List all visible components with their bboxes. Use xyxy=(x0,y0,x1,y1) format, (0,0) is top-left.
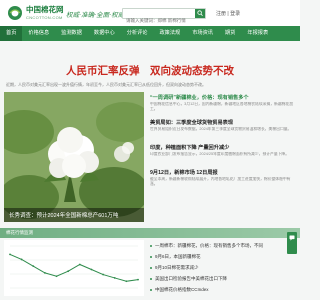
chart-point[interactable] xyxy=(9,253,11,256)
nav-item-futures[interactable]: 期货 xyxy=(219,26,241,41)
bullet-item[interactable]: 中国棉花价格指数CCIndex xyxy=(150,284,296,295)
news-desc: 世界贸易组织近日发布数据，2024年第三季度全球货物贸易温和增长，美棉出口量。 xyxy=(150,127,292,131)
chart-point[interactable] xyxy=(125,280,128,283)
news-item[interactable]: 美贸局如：三季度全球货物贸易表现 世界贸易组织近日发布数据，2024年第三季度全… xyxy=(150,119,296,144)
news-desc: 印度农业部门发布报告显示，2024/25年度印度植棉面积有所减少，预计产量下降。 xyxy=(150,152,290,156)
chart-point[interactable] xyxy=(90,268,93,271)
news-title[interactable]: 美贸局如：三季度全球货物贸易表现 xyxy=(150,119,233,126)
cotton-image xyxy=(4,92,144,222)
search-box xyxy=(122,8,206,25)
news-title[interactable]: “一周调研”新疆棉业，价格：现有销售多个 xyxy=(150,94,249,101)
section-label[interactable]: 棉花行情监测 xyxy=(6,230,33,236)
chart-point[interactable] xyxy=(78,263,81,266)
chart-point[interactable] xyxy=(44,271,46,274)
news-desc: 中国棉花信息中心，3月12日，国内新疆棉，新疆地区各地棉农陆续采摘，新疆棉花加工… xyxy=(150,102,294,111)
nav-item-policy[interactable]: 政策法规 xyxy=(153,26,186,41)
price-chart-svg xyxy=(9,245,139,289)
bullet-item[interactable]: 9月6日，本国新疆棉花 xyxy=(150,251,296,262)
nav-item-home[interactable]: 首页 xyxy=(0,26,23,41)
bullet-item[interactable]: 一周棉市：新疆棉花，价格：现有销售多个市场，不同 xyxy=(150,240,296,251)
headline[interactable]: 人民币汇率反弹 双向波动态势不改 xyxy=(0,63,300,78)
nav-item-reports-annual[interactable]: 年报报表 xyxy=(241,26,274,41)
logo-icon[interactable] xyxy=(6,5,24,21)
chart-point[interactable] xyxy=(67,270,70,273)
chart-point[interactable] xyxy=(102,273,104,276)
main-nav: 首页 价格信息 监测数据 数据中心 分析评论 政策法规 市场资讯 期货 年报报表 xyxy=(0,26,300,41)
search-icon xyxy=(197,10,203,17)
news-title[interactable]: 9月12日，新棉市场 12日周报 xyxy=(150,169,218,176)
nav-item-data-center[interactable]: 数据中心 xyxy=(88,26,121,41)
floating-toolbar[interactable] xyxy=(287,232,297,254)
nav-item-monitoring[interactable]: 监测数据 xyxy=(55,26,88,41)
section-strip: 棉花行情监测 xyxy=(0,228,300,238)
chart-series-line xyxy=(9,253,139,282)
news-item[interactable]: 9月12日，新棉市场 12日周报 截至本周，新疆新棉收购陆续展开，内地各地轧花厂… xyxy=(150,169,296,194)
news-title[interactable]: 印度，种植面积下降 产量回升减少 xyxy=(150,144,229,151)
page: 中国棉花网 CNCOTTON.COM 权威·准确·全面·权威 注册 | 登录 首… xyxy=(0,0,300,300)
headline-summary: 近期，人民币对美元汇率出现一波升值行情，年初至今，人民币对美元汇率已从低位回升，… xyxy=(6,82,206,87)
logo-title[interactable]: 中国棉花网 xyxy=(26,6,64,14)
price-chart xyxy=(4,240,144,296)
chat-icon xyxy=(289,235,295,241)
news-list: “一周调研”新疆棉业，价格：现有销售多个 中国棉花信息中心，3月12日，国内新疆… xyxy=(150,94,296,194)
hero-caption-bar: 长秀调查：预计2024年全国新棉总产601万吨 xyxy=(4,208,144,222)
site-header: 中国棉花网 CNCOTTON.COM 权威·准确·全面·权威 注册 | 登录 xyxy=(0,0,300,26)
bullet-list: 一周棉市：新疆棉花，价格：现有销售多个市场，不同 9月6日，本国新疆棉花 9月1… xyxy=(150,240,296,295)
bullet-item[interactable]: 美国出口检验报告中美棉花出口下降 xyxy=(150,273,296,284)
logo-subtitle: CNCOTTON.COM xyxy=(26,15,63,20)
nav-item-market[interactable]: 市场资讯 xyxy=(186,26,219,41)
chart-point[interactable] xyxy=(55,275,58,278)
news-item[interactable]: 印度，种植面积下降 产量回升减少 印度农业部门发布报告显示，2024/25年度印… xyxy=(150,144,296,169)
search-button[interactable] xyxy=(195,9,205,18)
nav-item-analysis[interactable]: 分析评论 xyxy=(121,26,154,41)
login-link[interactable]: 注册 | 登录 xyxy=(216,10,240,17)
chart-point[interactable] xyxy=(32,265,35,268)
nav-item-prices[interactable]: 价格信息 xyxy=(22,26,55,41)
news-desc: 截至本周，新疆新棉收购陆续展开，内地各地轧花厂加工进度加快，棉价整体稳中有涨。 xyxy=(150,177,291,186)
chart-point[interactable] xyxy=(137,278,139,281)
bullet-item[interactable]: 9月10日棉花需求减少 xyxy=(150,262,296,273)
search-input[interactable] xyxy=(123,16,197,25)
news-item[interactable]: “一周调研”新疆棉业，价格：现有销售多个 中国棉花信息中心，3月12日，国内新疆… xyxy=(150,94,296,119)
chart-point[interactable] xyxy=(113,277,116,279)
chart-point[interactable] xyxy=(20,258,23,261)
site-slogan: 权威·准确·全面·权威 xyxy=(66,11,125,19)
hero-slider[interactable]: 长秀调查：预计2024年全国新棉总产601万吨 xyxy=(4,92,144,222)
hero-caption[interactable]: 长秀调查：预计2024年全国新棉总产601万吨 xyxy=(9,211,118,219)
